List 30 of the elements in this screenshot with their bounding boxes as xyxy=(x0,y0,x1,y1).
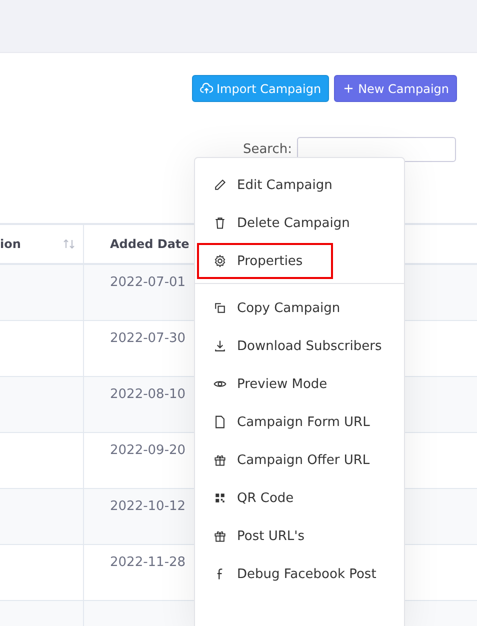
menu-item[interactable]: Campaign Form URL xyxy=(195,404,374,440)
menu-item[interactable]: QR Code xyxy=(195,480,298,516)
menu-item[interactable]: Properties xyxy=(197,243,333,279)
file-icon xyxy=(213,415,227,429)
menu-item[interactable]: Copy Campaign xyxy=(195,290,344,326)
date-cell: 2022-08-10 xyxy=(110,387,186,402)
date-cell: 2022-11-28 xyxy=(110,555,186,570)
menu-item[interactable]: Delete Campaign xyxy=(195,205,354,241)
date-cell: 2022-07-30 xyxy=(110,331,186,346)
date-cell: 2022-09-20 xyxy=(110,443,186,458)
gift-icon xyxy=(213,529,227,543)
search-label: Search: xyxy=(242,142,292,157)
pencil-icon xyxy=(213,178,227,192)
trash-icon xyxy=(213,216,227,230)
menu-item[interactable]: Preview Mode xyxy=(195,366,332,402)
plus-icon xyxy=(342,82,356,95)
qr-code-icon xyxy=(213,491,227,505)
settings-icon xyxy=(213,254,227,268)
menu-item[interactable]: Campaign Offer URL xyxy=(195,442,374,478)
copy-icon xyxy=(213,301,227,315)
menu-item[interactable]: Debug Facebook Post xyxy=(195,556,380,592)
date-cell: 2022-10-12 xyxy=(110,499,186,514)
menu-item[interactable]: Edit Campaign xyxy=(195,167,336,203)
cloud-upload-icon xyxy=(200,82,214,95)
menu-item[interactable]: Download Subscribers xyxy=(195,328,386,364)
date-cell: 2022-07-01 xyxy=(110,275,186,290)
new-button[interactable]: New Campaign xyxy=(334,75,457,102)
gift-icon xyxy=(213,453,227,467)
download-icon xyxy=(213,339,227,353)
menu-item[interactable]: Post URL's xyxy=(195,518,308,554)
